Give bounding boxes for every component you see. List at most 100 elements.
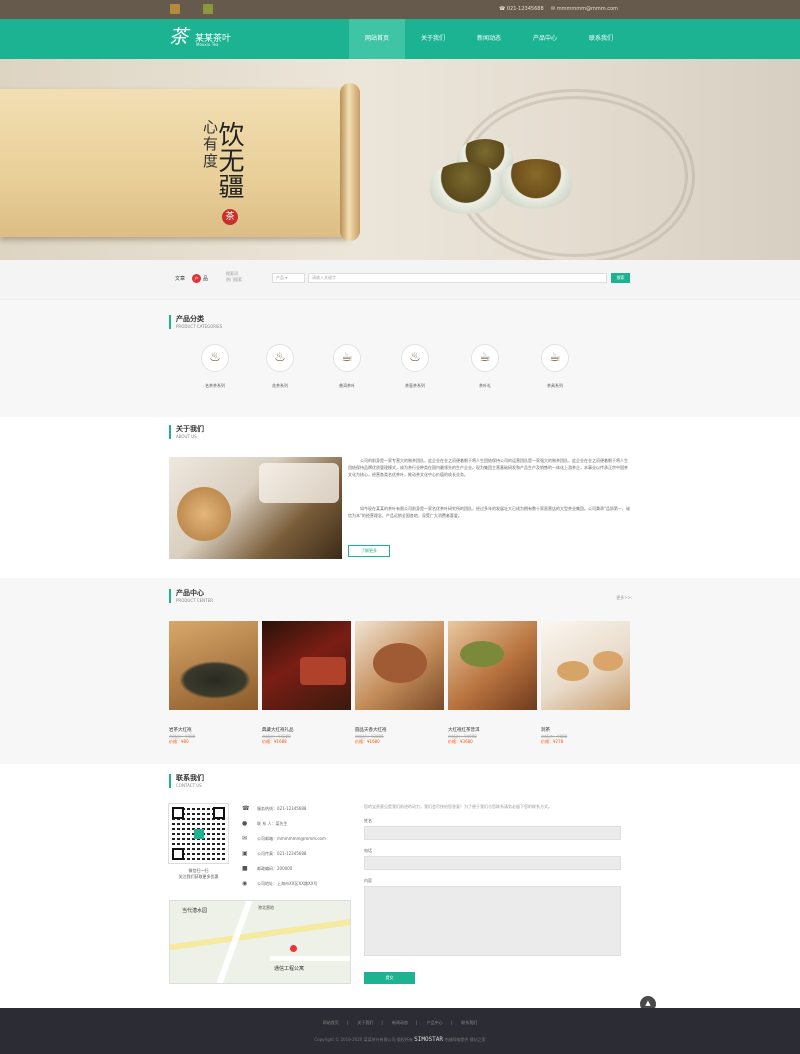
search-tab[interactable]: 文章: [175, 275, 185, 282]
postcode-icon: ■: [242, 865, 248, 872]
nav-products[interactable]: 产品中心: [517, 19, 573, 59]
footer: 网站首页 | 关于我们 | 新闻动态 | 产品中心 | 联系我们 Copyright ©…: [0, 1008, 800, 1054]
contact-section: 联系我们 CONTACT US 微信扫一扫 关注我们获取更多优惠 ☎ 服务热线：02…: [0, 764, 800, 1009]
wechat-icon[interactable]: [203, 4, 213, 14]
contact-postcode: ■ 邮政编码：200000: [242, 865, 293, 872]
product-price: 价格：¥3680: [448, 739, 473, 744]
product-card[interactable]: 大红袍红茶普洱 市场价：¥4998 价格：¥3680: [448, 621, 537, 745]
products-more-link[interactable]: 更多>>: [616, 595, 631, 601]
category-label: 名茶茶系列: [205, 383, 225, 388]
section-title-zh: 关于我们: [176, 425, 204, 433]
nav-about[interactable]: 关于我们: [405, 19, 461, 59]
section-title-en: CONTACT US: [176, 783, 202, 788]
search-bar: 文章 产 品 搜索词 热门搜索 产品 ▾ 请输入关键字 搜索: [0, 260, 800, 300]
category-item[interactable]: ♨ 名茶茶系列: [192, 344, 238, 389]
section-title-en: ABOUT US: [176, 434, 197, 439]
product-card[interactable]: 圆品天香大红袍 市场价：¥2686 价格：¥1680: [355, 621, 444, 745]
section-title-en: PRODUCT CENTER: [176, 598, 213, 603]
phone-label: 电话: [364, 848, 372, 853]
name-label: 姓名: [364, 818, 372, 823]
nav-news[interactable]: 新闻动态: [461, 19, 517, 59]
search-button[interactable]: 搜索: [611, 273, 630, 283]
contact-person: ● 联 系 人：某先生: [242, 820, 288, 827]
search-type-select[interactable]: 产品 ▾: [272, 273, 305, 283]
footer-brand[interactable]: SIMOSTAR: [414, 1036, 443, 1043]
footer-credit: 杰越网络提供 建站之家: [444, 1037, 486, 1042]
footer-link[interactable]: 关于我们: [357, 1020, 373, 1025]
about-paragraph-2: 如今现在某某的茶叶有限公司前身是一家名优茶叶研究所的团队，经过多年的发展壮大已成…: [348, 506, 630, 518]
products-section: 产品中心 PRODUCT CENTER 更多>> 岩茶大红袍 市场价：¥488 …: [0, 578, 800, 764]
contact-email[interactable]: ✉ 公司邮箱：mmmmmm@mmm.com: [242, 836, 326, 842]
product-image[interactable]: [541, 621, 630, 710]
product-price: 价格：¥80: [169, 739, 189, 744]
map-label: 当代潜水园: [182, 908, 208, 914]
categories-section: 产品分类 PRODUCT CATEGORIES ♨ 名茶茶系列 ♨ 花茶系列 ☕ 普洱…: [0, 300, 800, 417]
location-icon: ◉: [242, 880, 248, 887]
kettle-icon: ♨: [401, 344, 429, 372]
tea-bowl-image: [500, 159, 572, 209]
copyright-text: Copyright © 2019-2020 某某茶叶有限公司 版权所有: [314, 1037, 413, 1042]
footer-copyright: Copyright © 2019-2020 某某茶叶有限公司 版权所有 SIMO…: [0, 1036, 800, 1043]
product-card[interactable]: 典藏大红袍礼品 市场价：¥4288 价格：¥1688: [262, 621, 351, 745]
weibo-icon[interactable]: [170, 4, 180, 14]
category-item[interactable]: ♨ 茶壶茶系列: [392, 344, 438, 389]
footer-link[interactable]: 联系我们: [461, 1020, 477, 1025]
contact-address: ◉ 公司地址：上海市XX区XX路XX号: [242, 880, 318, 887]
section-title: 产品中心 PRODUCT CENTER: [169, 589, 213, 603]
footer-link[interactable]: 网站首页: [323, 1020, 339, 1025]
product-price: 价格：¥278: [541, 739, 564, 744]
teacup-icon: ☕: [471, 344, 499, 372]
footer-link[interactable]: 产品中心: [427, 1020, 443, 1025]
header: 茶 某某茶叶 Mouxiu Tea 网站首页 关于我们 新闻动态 产品中心 联系…: [0, 19, 800, 59]
qr-code: [168, 803, 229, 864]
name-field[interactable]: [364, 826, 621, 840]
search-badge[interactable]: 产: [192, 274, 201, 283]
section-title-zh: 联系我们: [176, 774, 204, 782]
map-label: 港北营地: [258, 905, 274, 910]
map-marker-icon: [290, 945, 297, 952]
section-title: 关于我们 ABOUT US: [169, 425, 204, 439]
category-label: 茶壶茶系列: [405, 383, 425, 388]
message-label: 内容: [364, 878, 372, 883]
category-item[interactable]: ☕ 茶具系列: [532, 344, 578, 389]
nav-home[interactable]: 网站首页: [349, 19, 405, 59]
product-image[interactable]: [355, 621, 444, 710]
phone-icon: ☎: [242, 805, 250, 812]
section-title-zh: 产品中心: [176, 589, 204, 597]
product-price: 价格：¥1680: [355, 739, 380, 744]
search-tab-product[interactable]: 品: [203, 275, 208, 282]
map-label: 通信工程公寓: [274, 966, 305, 972]
top-email[interactable]: ✉ mmmmmm@mmm.com: [551, 6, 618, 12]
scroll-roll: [340, 83, 360, 241]
category-item[interactable]: ☕ 普洱茶叶: [324, 344, 370, 389]
location-map[interactable]: 当代潜水园 港北营地 通信工程公寓: [169, 900, 351, 984]
section-title: 产品分类 PRODUCT CATEGORIES: [169, 315, 222, 329]
product-image[interactable]: [448, 621, 537, 710]
teaset-icon: ☕: [541, 344, 569, 372]
product-card[interactable]: 岩茶大红袍 市场价：¥488 价格：¥80: [169, 621, 258, 745]
product-image[interactable]: [169, 621, 258, 710]
section-title-en: PRODUCT CATEGORIES: [176, 324, 223, 329]
section-title-zh: 产品分类: [176, 315, 204, 323]
submit-button[interactable]: 提交: [364, 972, 415, 984]
footer-nav: 网站首页 | 关于我们 | 新闻动态 | 产品中心 | 联系我们: [322, 1020, 478, 1025]
top-phone: ☎ 021-12345688: [499, 6, 544, 12]
message-field[interactable]: [364, 886, 621, 956]
category-item[interactable]: ☕ 茶叶礼: [462, 344, 508, 389]
product-card[interactable]: 洞茶 市场价：¥888 价格：¥278: [541, 621, 630, 745]
teacup-icon: ☕: [333, 344, 361, 372]
search-input[interactable]: 请输入关键字: [308, 273, 607, 283]
category-label: 普洱茶叶: [339, 383, 355, 388]
nav-contact[interactable]: 联系我们: [573, 19, 629, 59]
phone-field[interactable]: [364, 856, 621, 870]
main-nav: 网站首页 关于我们 新闻动态 产品中心 联系我们: [349, 19, 629, 59]
about-section: 关于我们 ABOUT US 公司的前身是一家专营大的制茶团队，此企业在业之初便着…: [0, 417, 800, 578]
footer-link[interactable]: 新闻动态: [392, 1020, 408, 1025]
teapot-icon: ♨: [266, 344, 294, 372]
hero-banner[interactable]: 心有度 饮无疆 茶: [0, 59, 800, 260]
category-item[interactable]: ♨ 花茶系列: [257, 344, 303, 389]
product-image[interactable]: [262, 621, 351, 710]
about-more-button[interactable]: 了解更多: [348, 545, 390, 557]
form-hint: 您的宝贵意见是我们前进的动力，我们会尽快给您答复！为了便于我们与您联系请务必留下…: [364, 804, 552, 809]
banner-slogan-2: 饮无疆: [214, 121, 244, 199]
